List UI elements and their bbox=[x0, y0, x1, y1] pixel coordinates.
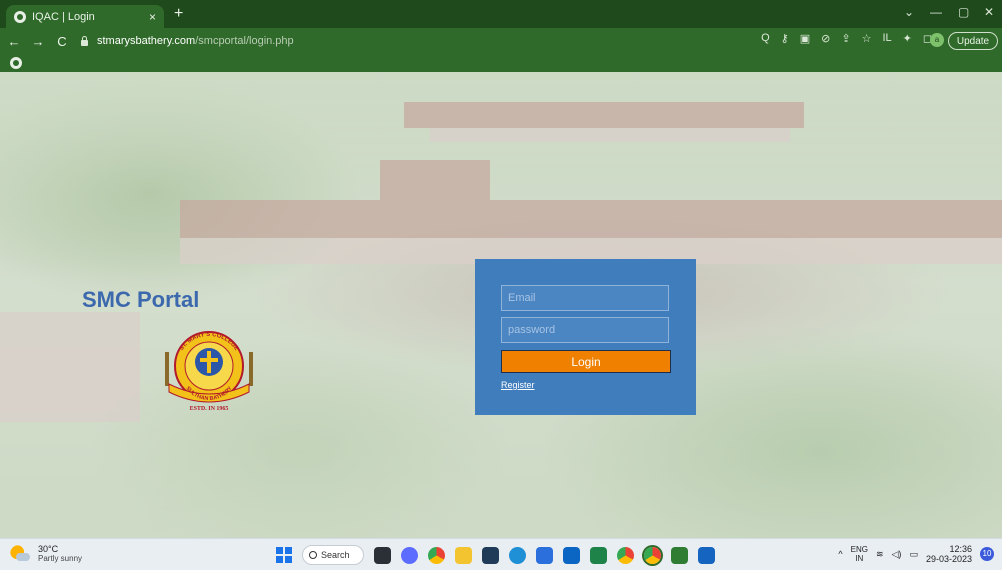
file-explorer-icon[interactable] bbox=[455, 546, 472, 564]
site-favicon-icon bbox=[14, 10, 26, 23]
battery-icon[interactable]: ▭ bbox=[909, 549, 918, 560]
url-path: /smcportal/login.php bbox=[195, 35, 294, 47]
tab-search-chevron-icon[interactable]: ⌄ bbox=[904, 5, 914, 19]
weather-condition: Partly sunny bbox=[38, 554, 83, 563]
language-indicator[interactable]: ENG IN bbox=[851, 545, 868, 563]
outlook-icon[interactable] bbox=[536, 546, 553, 564]
share-icon[interactable]: ⇪ bbox=[841, 32, 850, 45]
lang-bottom: IN bbox=[855, 554, 864, 563]
email-field[interactable] bbox=[501, 285, 669, 311]
windows-start-icon[interactable] bbox=[276, 547, 292, 563]
taskbar-search-label: Search bbox=[321, 550, 350, 560]
app-word-icon[interactable] bbox=[698, 546, 715, 564]
search-icon bbox=[309, 551, 317, 559]
register-link[interactable]: Register bbox=[501, 380, 535, 390]
wifi-icon[interactable]: ≋ bbox=[876, 549, 884, 560]
clock-time: 12:36 bbox=[949, 544, 972, 554]
task-view-icon[interactable] bbox=[374, 546, 391, 564]
bookmark-favicon-icon[interactable] bbox=[10, 57, 22, 69]
minimize-button[interactable]: — bbox=[930, 5, 942, 19]
login-card: Login Register bbox=[475, 259, 696, 415]
college-logo: ST. MARY'S COLLEGE SULTHAN BATHERY ESTD.… bbox=[165, 331, 253, 412]
login-button[interactable]: Login bbox=[501, 350, 671, 373]
update-button[interactable]: Update bbox=[948, 32, 998, 50]
background-building bbox=[380, 160, 490, 200]
system-tray: ^ ENG IN ≋ ◁) ▭ 12:36 29-03-2023 10 bbox=[838, 544, 994, 564]
bookmark-star-icon[interactable]: ☆ bbox=[862, 32, 872, 45]
address-bar[interactable]: stmarysbathery.com/smcportal/login.php bbox=[66, 31, 716, 51]
browser-toolbar: ← → C stmarysbathery.com/smcportal/login… bbox=[0, 28, 1002, 54]
toolbar-icons: Q ⚷ ▣ ⊘ ⇪ ☆ IL ✦ ◻ bbox=[761, 32, 932, 45]
password-field[interactable] bbox=[501, 317, 669, 343]
page-title: SMC Portal bbox=[82, 287, 200, 312]
chrome-profile-icon[interactable] bbox=[617, 546, 634, 564]
background-building bbox=[0, 312, 140, 422]
chrome-icon[interactable] bbox=[428, 546, 445, 564]
zoom-icon[interactable]: Q bbox=[761, 32, 770, 45]
os-taskbar: 30°C Partly sunny Search ^ ENG IN ≋ ◁) ▭ bbox=[0, 538, 1002, 570]
clock-date: 29-03-2023 bbox=[925, 554, 972, 564]
store-icon[interactable] bbox=[482, 546, 499, 564]
profile-avatar[interactable]: a bbox=[930, 33, 944, 47]
edge-icon[interactable] bbox=[509, 546, 526, 564]
logo-estd-text: ESTD. IN 1965 bbox=[190, 406, 229, 412]
restore-button[interactable]: ▢ bbox=[958, 5, 969, 19]
background-building bbox=[430, 128, 790, 142]
password-key-icon[interactable]: ⚷ bbox=[781, 32, 789, 45]
translate-icon[interactable]: ▣ bbox=[800, 32, 810, 45]
chrome-active-icon[interactable] bbox=[644, 546, 661, 564]
page-viewport: SMC Portal ST. MARY'S COLLEGE SULTHAN BA… bbox=[0, 72, 1002, 538]
background-building bbox=[180, 200, 1002, 238]
app-blue-icon[interactable] bbox=[563, 546, 580, 564]
lock-icon[interactable] bbox=[80, 36, 89, 46]
app-green-icon[interactable] bbox=[671, 546, 688, 564]
blocked-icon[interactable]: ⊘ bbox=[821, 32, 830, 45]
new-tab-button[interactable]: + bbox=[174, 5, 183, 23]
weather-widget[interactable]: 30°C Partly sunny bbox=[10, 545, 82, 563]
notification-badge[interactable]: 10 bbox=[980, 547, 994, 561]
background-building bbox=[404, 102, 804, 128]
chat-icon[interactable] bbox=[401, 546, 418, 564]
tray-chevron-icon[interactable]: ^ bbox=[838, 549, 842, 559]
close-window-button[interactable]: ✕ bbox=[984, 5, 994, 19]
browser-tab-bar: IQAC | Login × + ⌄ — ▢ ✕ bbox=[0, 0, 1002, 28]
browser-tab[interactable]: IQAC | Login × bbox=[6, 5, 164, 28]
taskbar-apps: Search bbox=[276, 544, 715, 566]
lang-top: ENG bbox=[850, 545, 868, 554]
url-host: stmarysbathery.com bbox=[97, 35, 196, 47]
extension-il-icon[interactable]: IL bbox=[882, 32, 891, 45]
forward-button[interactable]: → bbox=[28, 34, 48, 49]
partly-sunny-icon bbox=[10, 545, 30, 563]
clock[interactable]: 12:36 29-03-2023 bbox=[926, 544, 972, 564]
tab-close-icon[interactable]: × bbox=[149, 10, 156, 24]
tab-title: IQAC | Login bbox=[32, 10, 95, 23]
back-button[interactable]: ← bbox=[4, 34, 24, 49]
excel-icon[interactable] bbox=[590, 546, 607, 564]
weather-temp: 30°C bbox=[38, 544, 59, 554]
taskbar-search[interactable]: Search bbox=[302, 545, 364, 565]
bookmark-bar bbox=[0, 54, 1002, 72]
extensions-puzzle-icon[interactable]: ✦ bbox=[903, 32, 912, 45]
volume-icon[interactable]: ◁) bbox=[892, 549, 902, 560]
